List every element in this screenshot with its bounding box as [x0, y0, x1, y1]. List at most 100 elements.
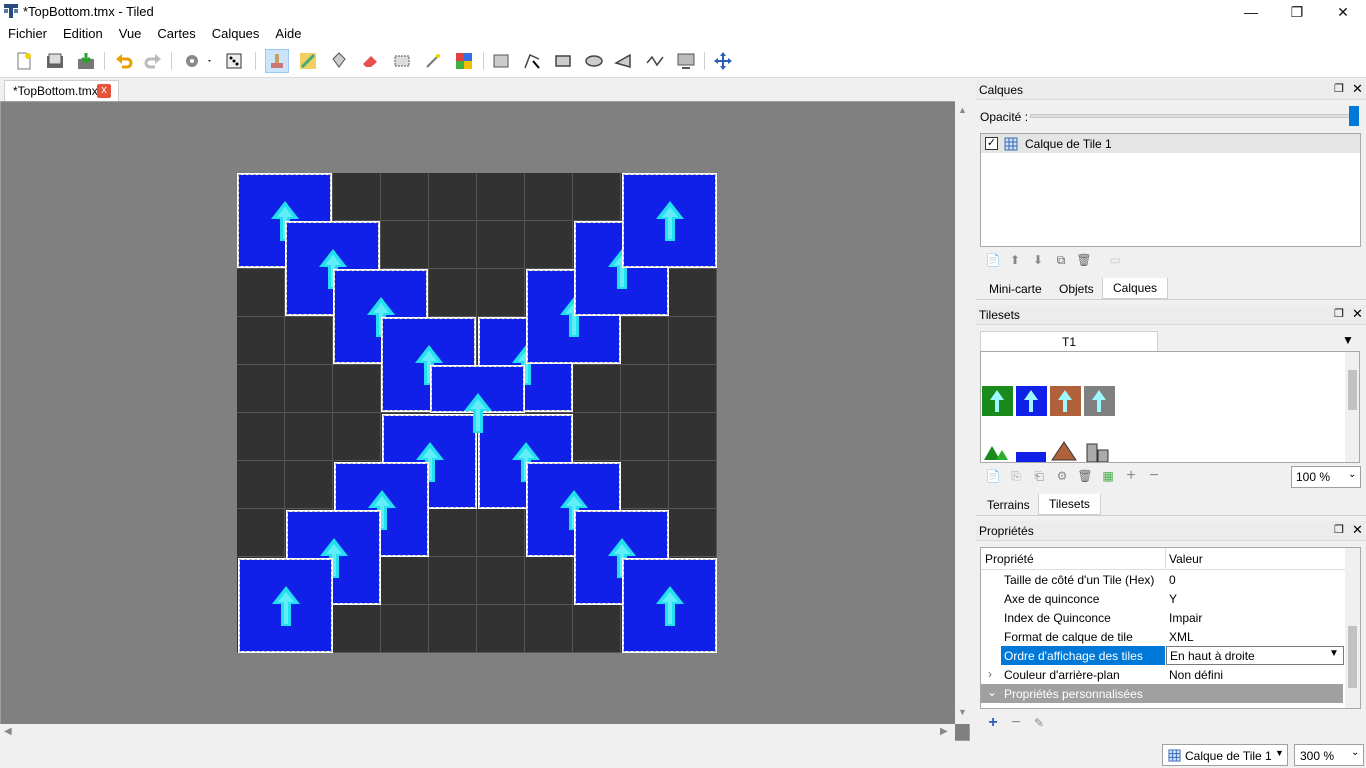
insert-polyline-icon[interactable]: [643, 49, 667, 73]
remove-tiles-icon[interactable]: −: [1145, 467, 1163, 485]
layer-visibility-checkbox[interactable]: ✓: [985, 137, 998, 150]
rectangular-select-icon[interactable]: [390, 49, 414, 73]
random-mode-icon[interactable]: [222, 49, 246, 73]
tile-render-order-select[interactable]: En haut à droite ▼: [1166, 646, 1344, 665]
tileset-tile[interactable]: [1084, 386, 1115, 416]
new-tileset-icon[interactable]: 📄: [984, 467, 1002, 485]
insert-ellipse-icon[interactable]: [582, 49, 606, 73]
scroll-right-icon[interactable]: ▶: [940, 726, 948, 737]
opacity-slider-track[interactable]: [1030, 114, 1358, 118]
rename-property-icon[interactable]: ✎: [1030, 714, 1048, 732]
property-row[interactable]: › Couleur d'arrière-plan Non défini: [981, 665, 1345, 684]
map-tile[interactable]: [622, 558, 717, 653]
add-layer-icon[interactable]: 📄: [984, 251, 1002, 269]
edit-polygons-icon[interactable]: [520, 49, 544, 73]
export-tileset-icon[interactable]: ⎗: [1030, 467, 1048, 485]
menu-edition[interactable]: Edition: [55, 24, 111, 44]
layer-row[interactable]: ✓ Calque de Tile 1: [981, 134, 1360, 153]
close-panel-icon[interactable]: ✕: [1352, 81, 1363, 97]
map-tile[interactable]: [622, 173, 717, 268]
tileset-tab-t1[interactable]: T1: [980, 331, 1158, 352]
property-row[interactable]: Index de Quinconce Impair: [981, 608, 1345, 627]
close-tab-icon[interactable]: x: [97, 84, 111, 98]
remove-property-icon[interactable]: −: [1007, 714, 1025, 732]
tileset-zoom-select[interactable]: 100 % ⌄: [1291, 466, 1361, 488]
commands-icon[interactable]: [180, 49, 218, 73]
collapse-arrow-icon[interactable]: ⌄: [987, 685, 997, 699]
save-icon[interactable]: [74, 49, 98, 73]
show-hide-others-icon[interactable]: ▭: [1106, 251, 1124, 269]
close-window-button[interactable]: ✕: [1320, 0, 1366, 24]
float-panel-icon[interactable]: ❐: [1334, 82, 1344, 95]
raise-layer-icon[interactable]: ⬆: [1006, 251, 1024, 269]
scroll-up-icon[interactable]: ▲: [958, 105, 967, 115]
property-value[interactable]: Impair: [1169, 611, 1202, 625]
tab-tilesets[interactable]: Tilesets: [1038, 494, 1101, 515]
horizontal-scrollbar[interactable]: ◀ ▶: [0, 724, 955, 741]
edit-terrain-icon[interactable]: ▦: [1099, 467, 1117, 485]
map-tile[interactable]: [238, 558, 333, 653]
property-value[interactable]: Y: [1169, 592, 1177, 606]
scroll-left-icon[interactable]: ◀: [4, 726, 12, 737]
tileset-tile[interactable]: [982, 386, 1013, 416]
property-row[interactable]: Axe de quinconce Y: [981, 589, 1345, 608]
insert-polygon-icon[interactable]: [612, 49, 636, 73]
status-zoom-select[interactable]: 300 % ⌄: [1294, 744, 1364, 766]
insert-tile-icon[interactable]: [674, 49, 698, 73]
properties-scrollbar[interactable]: [1345, 548, 1360, 708]
add-property-icon[interactable]: +: [984, 714, 1002, 732]
tab-objets[interactable]: Objets: [1048, 278, 1105, 299]
close-panel-icon[interactable]: ✕: [1352, 522, 1363, 538]
property-value[interactable]: Non défini: [1169, 668, 1223, 682]
tab-mini-carte[interactable]: Mini-carte: [978, 278, 1053, 299]
import-tileset-icon[interactable]: ⎘: [1007, 467, 1025, 485]
vertical-scrollbar[interactable]: ▲ ▼: [955, 101, 970, 724]
custom-properties-section[interactable]: ⌄ Propriétés personnalisées: [981, 684, 1343, 703]
tab-terrains[interactable]: Terrains: [976, 494, 1041, 515]
duplicate-layer-icon[interactable]: ⧉: [1052, 251, 1070, 269]
menu-fichier[interactable]: Fichier: [0, 24, 55, 44]
document-tab[interactable]: *TopBottom.tmx x: [4, 80, 119, 101]
tileset-properties-icon[interactable]: ⚙: [1053, 467, 1071, 485]
insert-rectangle-icon[interactable]: [551, 49, 575, 73]
menu-cartes[interactable]: Cartes: [149, 24, 203, 44]
tileset-menu-chevron-icon[interactable]: ▼: [1342, 333, 1354, 347]
minimize-button[interactable]: —: [1228, 0, 1274, 24]
restore-button[interactable]: ❐: [1274, 0, 1320, 24]
menu-aide[interactable]: Aide: [267, 24, 309, 44]
new-map-icon[interactable]: [12, 49, 36, 73]
lower-layer-icon[interactable]: ⬇: [1029, 251, 1047, 269]
delete-layer-icon[interactable]: 🗑: [1075, 251, 1093, 269]
property-value[interactable]: XML: [1169, 630, 1194, 644]
float-panel-icon[interactable]: ❐: [1334, 523, 1344, 536]
delete-tileset-icon[interactable]: 🗑: [1076, 467, 1094, 485]
float-panel-icon[interactable]: ❐: [1334, 307, 1344, 320]
tileset-view[interactable]: [980, 351, 1360, 463]
tileset-tile[interactable]: [1050, 386, 1081, 416]
property-row[interactable]: Format de calque de tile XML: [981, 627, 1345, 646]
opacity-slider-handle[interactable]: [1349, 106, 1359, 126]
property-row[interactable]: Taille de côté d'un Tile (Hex) 0: [981, 570, 1345, 589]
close-panel-icon[interactable]: ✕: [1352, 306, 1363, 322]
add-tiles-icon[interactable]: +: [1122, 467, 1140, 485]
bucket-fill-icon[interactable]: [327, 49, 351, 73]
magic-wand-icon[interactable]: [421, 49, 445, 73]
map-tile[interactable]: [430, 365, 525, 433]
redo-icon[interactable]: [141, 49, 165, 73]
status-layer-select[interactable]: Calque de Tile 1 ▼: [1162, 744, 1288, 766]
tab-calques[interactable]: Calques: [1102, 278, 1169, 299]
tileset-scrollbar[interactable]: [1345, 352, 1359, 462]
tile-map[interactable]: [237, 173, 717, 653]
eraser-icon[interactable]: [358, 49, 382, 73]
terrain-brush-icon[interactable]: [296, 49, 320, 73]
select-same-tile-icon[interactable]: [452, 49, 476, 73]
property-value[interactable]: 0: [1169, 573, 1176, 587]
expand-arrow-icon[interactable]: ›: [988, 667, 992, 681]
tileset-tile[interactable]: [1016, 386, 1047, 416]
property-row-selected[interactable]: Ordre d'affichage des tiles En haut à dr…: [981, 646, 1345, 665]
stamp-brush-icon[interactable]: [265, 49, 289, 73]
open-icon[interactable]: [43, 49, 67, 73]
scroll-down-icon[interactable]: ▼: [958, 707, 967, 717]
menu-calques[interactable]: Calques: [204, 24, 268, 44]
undo-icon[interactable]: [112, 49, 136, 73]
